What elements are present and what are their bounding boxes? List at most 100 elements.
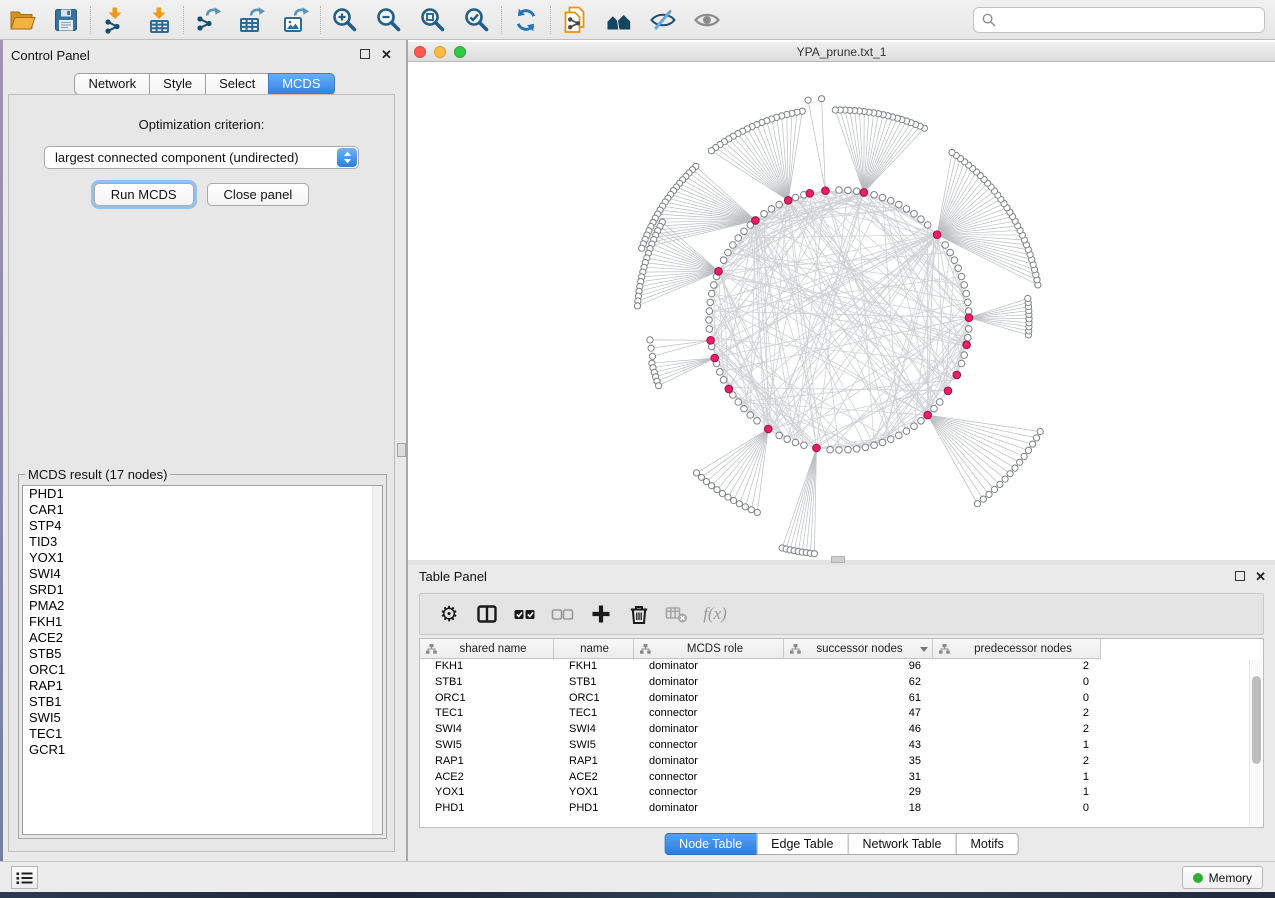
zoom-fit-button[interactable] bbox=[411, 2, 455, 38]
column-header-mcds-role[interactable]: MCDS role bbox=[634, 639, 784, 659]
table-scrollbar[interactable] bbox=[1249, 660, 1262, 826]
table-cell: FKH1 bbox=[554, 659, 634, 675]
zoom-in-button[interactable] bbox=[323, 2, 367, 38]
zoom-in-icon bbox=[331, 6, 359, 34]
gear-button[interactable]: ⚙ bbox=[430, 597, 468, 631]
table-cell: TEC1 bbox=[554, 706, 634, 722]
save-button[interactable] bbox=[44, 2, 88, 38]
search-box[interactable] bbox=[973, 7, 1265, 33]
network-graph[interactable] bbox=[408, 62, 1275, 560]
control-panel-title: Control Panel bbox=[11, 48, 90, 63]
save-icon bbox=[52, 6, 80, 34]
refresh-button[interactable] bbox=[504, 2, 548, 38]
list-item[interactable]: STB5 bbox=[23, 646, 382, 662]
export-network-button[interactable] bbox=[186, 2, 230, 38]
table-row[interactable]: RAP1RAP1dominator352 bbox=[420, 754, 1263, 770]
result-list-scrollbar[interactable] bbox=[372, 486, 382, 834]
list-item[interactable]: CAR1 bbox=[23, 502, 382, 518]
deselect-all-button[interactable] bbox=[544, 597, 582, 631]
float-table-panel-icon[interactable] bbox=[1235, 571, 1245, 581]
import-network-button[interactable] bbox=[93, 2, 137, 38]
table-row[interactable]: YOX1YOX1connector291 bbox=[420, 785, 1263, 801]
mcds-result-list[interactable]: PHD1CAR1STP4TID3YOX1SWI4SRD1PMA2FKH1ACE2… bbox=[22, 485, 383, 835]
table-row[interactable]: SWI5SWI5connector431 bbox=[420, 738, 1263, 754]
table-cell: 1 bbox=[933, 785, 1101, 801]
table-cell: 35 bbox=[784, 754, 933, 770]
column-header-name[interactable]: name bbox=[554, 639, 634, 659]
list-item[interactable]: TEC1 bbox=[23, 726, 382, 742]
network-document-icon bbox=[561, 6, 589, 34]
eye-show-button[interactable] bbox=[685, 2, 729, 38]
list-item[interactable]: SWI5 bbox=[23, 710, 382, 726]
tab-network-table[interactable]: Network Table bbox=[848, 833, 957, 855]
zoom-selected-button[interactable] bbox=[455, 2, 499, 38]
list-item[interactable]: RAP1 bbox=[23, 678, 382, 694]
zoom-out-button[interactable] bbox=[367, 2, 411, 38]
close-panel-icon[interactable]: ✕ bbox=[381, 47, 392, 63]
memory-button[interactable]: Memory bbox=[1182, 866, 1263, 889]
list-item[interactable]: PHD1 bbox=[23, 486, 382, 502]
import-table-button[interactable] bbox=[137, 2, 181, 38]
table-cell: connector bbox=[634, 770, 784, 786]
open-folder-button[interactable] bbox=[0, 2, 44, 38]
network-canvas[interactable] bbox=[408, 62, 1275, 560]
panel-menu-button[interactable] bbox=[11, 866, 38, 889]
table-row[interactable]: ORC1ORC1dominator610 bbox=[420, 691, 1263, 707]
select-all-button[interactable] bbox=[506, 597, 544, 631]
window-close-button[interactable] bbox=[414, 46, 426, 58]
column-header-shared-name[interactable]: shared name bbox=[420, 639, 554, 659]
tab-network[interactable]: Network bbox=[74, 73, 150, 95]
column-header-predecessor-nodes[interactable]: predecessor nodes bbox=[933, 639, 1101, 659]
tab-mcds[interactable]: MCDS bbox=[268, 73, 334, 95]
export-table-button[interactable] bbox=[230, 2, 274, 38]
window-zoom-button[interactable] bbox=[454, 46, 466, 58]
table-cell: 2 bbox=[933, 754, 1101, 770]
list-item[interactable]: SRD1 bbox=[23, 582, 382, 598]
run-mcds-button[interactable]: Run MCDS bbox=[94, 183, 194, 206]
list-item[interactable]: STB1 bbox=[23, 694, 382, 710]
control-panel-header: Control Panel ✕ bbox=[3, 40, 406, 66]
column-header-successor-nodes[interactable]: successor nodes bbox=[784, 639, 933, 659]
add-button[interactable] bbox=[582, 597, 620, 631]
list-item[interactable]: ACE2 bbox=[23, 630, 382, 646]
list-item[interactable]: YOX1 bbox=[23, 550, 382, 566]
tab-node-table[interactable]: Node Table bbox=[664, 833, 757, 855]
table-row[interactable]: SWI4SWI4dominator462 bbox=[420, 722, 1263, 738]
table-scrollbar-thumb[interactable] bbox=[1252, 676, 1261, 764]
search-input[interactable] bbox=[1002, 13, 1256, 27]
float-panel-icon[interactable] bbox=[360, 49, 370, 59]
table-row[interactable]: ACE2ACE2connector311 bbox=[420, 770, 1263, 786]
list-item[interactable]: SWI4 bbox=[23, 566, 382, 582]
vertical-splitter-handle[interactable] bbox=[397, 443, 406, 457]
split-columns-button[interactable] bbox=[468, 597, 506, 631]
list-item[interactable]: FKH1 bbox=[23, 614, 382, 630]
close-panel-button[interactable]: Close panel bbox=[207, 183, 310, 206]
tab-edge-table[interactable]: Edge Table bbox=[756, 833, 848, 855]
table-row[interactable]: STB1STB1dominator620 bbox=[420, 675, 1263, 691]
eye-hide-button[interactable] bbox=[641, 2, 685, 38]
list-item[interactable]: STP4 bbox=[23, 518, 382, 534]
trash-button[interactable] bbox=[620, 597, 658, 631]
list-item[interactable]: ORC1 bbox=[23, 662, 382, 678]
list-item[interactable]: PMA2 bbox=[23, 598, 382, 614]
tab-style[interactable]: Style bbox=[149, 73, 206, 95]
table-row[interactable]: TEC1TEC1connector472 bbox=[420, 706, 1263, 722]
list-item[interactable]: GCR1 bbox=[23, 742, 382, 758]
column-label: shared name bbox=[437, 643, 549, 655]
application-window: Control Panel ✕ NetworkStyleSelectMCDS O… bbox=[0, 0, 1275, 898]
network-document-button[interactable] bbox=[553, 2, 597, 38]
close-table-panel-icon[interactable]: ✕ bbox=[1255, 569, 1266, 585]
tab-select[interactable]: Select bbox=[205, 73, 269, 95]
optimization-select[interactable]: largest connected component (undirected) bbox=[44, 146, 359, 169]
table-row[interactable]: PHD1PHD1dominator180 bbox=[420, 801, 1263, 817]
table-cell: ORC1 bbox=[420, 691, 554, 707]
horizontal-splitter-handle[interactable] bbox=[831, 556, 845, 563]
tab-motifs[interactable]: Motifs bbox=[955, 833, 1018, 855]
column-label: name bbox=[560, 643, 629, 655]
table-row[interactable]: FKH1FKH1dominator962 bbox=[420, 659, 1263, 675]
window-minimize-button[interactable] bbox=[434, 46, 446, 58]
list-item[interactable]: TID3 bbox=[23, 534, 382, 550]
table-cell: 46 bbox=[784, 722, 933, 738]
export-image-button[interactable] bbox=[274, 2, 318, 38]
houses-button[interactable] bbox=[597, 2, 641, 38]
